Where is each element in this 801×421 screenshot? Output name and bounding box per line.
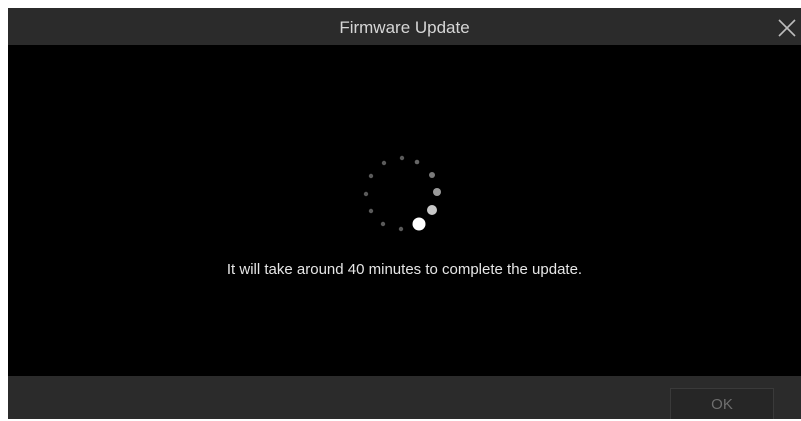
firmware-update-dialog: Firmware Update It will take around 40 m… (8, 8, 801, 419)
window-frame: Firmware Update It will take around 40 m… (0, 0, 801, 419)
loading-spinner-icon (363, 155, 441, 232)
dialog-titlebar: Firmware Update (8, 8, 801, 45)
dialog-footer: OK (8, 376, 801, 419)
loading-spinner (356, 148, 446, 238)
ok-button[interactable]: OK (670, 388, 774, 419)
close-button[interactable] (777, 18, 797, 38)
update-duration-message: It will take around 40 minutes to comple… (226, 261, 583, 278)
dialog-content: It will take around 40 minutes to comple… (8, 45, 801, 376)
dialog-title: Firmware Update (339, 18, 470, 37)
close-icon (778, 19, 796, 37)
